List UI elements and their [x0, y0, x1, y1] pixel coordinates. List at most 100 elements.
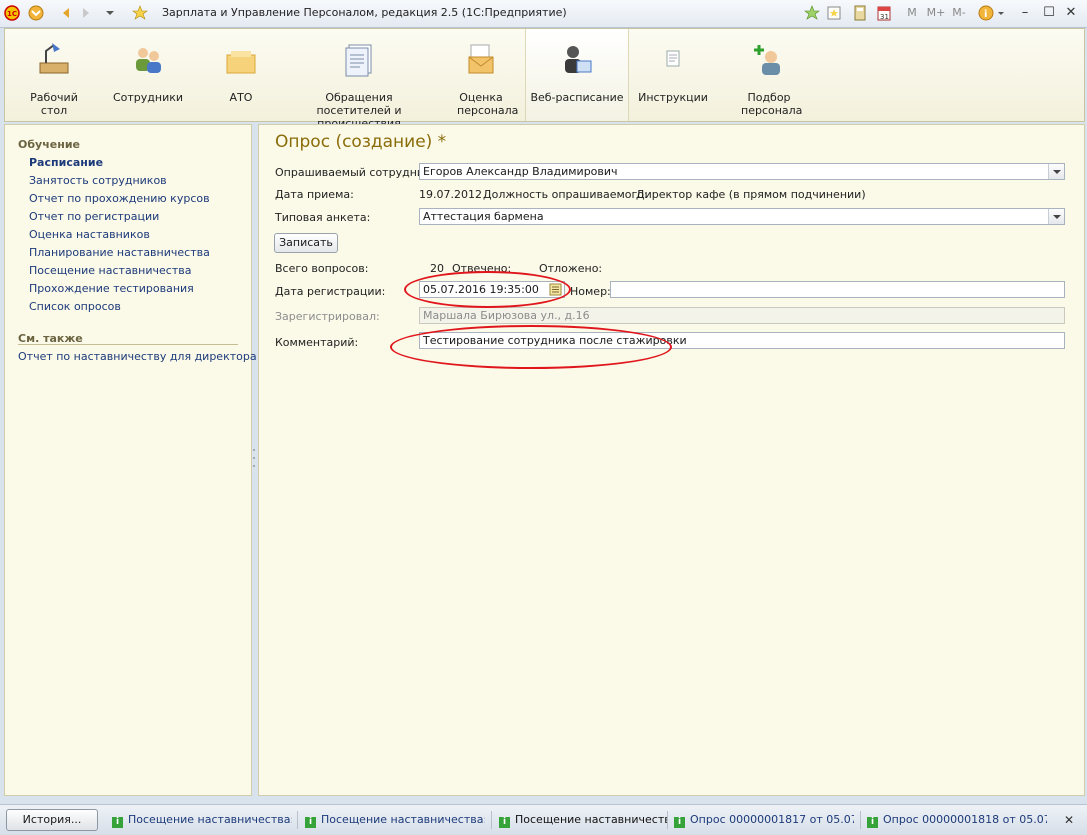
comment-value: Тестирование сотрудника после стажировки: [423, 334, 687, 347]
template-label: Типовая анкета:: [275, 211, 371, 224]
help-dropdown-icon[interactable]: [996, 5, 1006, 21]
svg-text:1C: 1C: [7, 10, 17, 18]
section-label: Инструкции: [638, 91, 708, 104]
memory-plus-button[interactable]: M+: [925, 4, 947, 22]
registered-by-value: Маршала Бирюзова ул., д.16: [423, 309, 590, 322]
registration-date-value: 05.07.2016 19:35:00: [423, 283, 539, 296]
window-title: Зарплата и Управление Персоналом, редакц…: [162, 6, 567, 19]
number-label: Номер:: [570, 285, 611, 298]
add-favorite-icon[interactable]: [804, 5, 820, 21]
task-mentoring-visit-2[interactable]: i Посещение наставничества:...: [305, 809, 485, 831]
section-instructions[interactable]: Инструкции: [631, 29, 715, 121]
memory-m-button[interactable]: M: [903, 4, 921, 22]
task-separator: [491, 811, 492, 829]
section-recruitment[interactable]: Подбор персонала: [727, 29, 811, 121]
envelope-icon: [468, 44, 494, 74]
sidebar-item-registration-report[interactable]: Отчет по регистрации: [29, 210, 159, 223]
splitter-grip-icon: [253, 449, 255, 467]
sidebar-item-testing[interactable]: Прохождение тестирования: [29, 282, 194, 295]
svg-text:31: 31: [880, 13, 889, 21]
main-menu-icon[interactable]: [28, 5, 44, 21]
task-separator: [297, 811, 298, 829]
favorites-icon[interactable]: [826, 5, 842, 21]
info-icon: i: [499, 817, 510, 828]
hire-date-label: Дата приема:: [275, 188, 354, 201]
forward-arrow-icon[interactable]: [78, 5, 94, 21]
svg-text:i: i: [984, 9, 987, 20]
sidebar-item-mentoring-visits[interactable]: Посещение наставничества: [29, 264, 191, 277]
sidebar-item-mentoring-planning[interactable]: Планирование наставничества: [29, 246, 210, 259]
template-value: Аттестация бармена: [423, 210, 544, 223]
calculator-icon[interactable]: [852, 5, 868, 21]
template-dropdown-button[interactable]: [1048, 209, 1064, 224]
section-label: Сотрудники: [112, 91, 184, 104]
task-mentoring-visit-1[interactable]: i Посещение наставничества:...: [112, 809, 292, 831]
registered-by-field: Маршала Бирюзова ул., д.16: [419, 307, 1065, 324]
open-windows-bar: История... i Посещение наставничества:...…: [0, 804, 1087, 835]
task-survey-1817[interactable]: i Опрос 00000001817 от 05.07....: [674, 809, 854, 831]
registration-date-label: Дата регистрации:: [275, 285, 386, 298]
minimize-button[interactable]: –: [1016, 4, 1034, 22]
memory-minus-button[interactable]: M-: [949, 4, 969, 22]
employee-label: Опрашиваемый сотрудник:: [275, 166, 435, 179]
task-separator: [860, 811, 861, 829]
sidebar-item-course-report[interactable]: Отчет по прохождению курсов: [29, 192, 210, 205]
section-employees[interactable]: Сотрудники: [105, 29, 191, 121]
total-questions-label: Всего вопросов:: [275, 262, 369, 275]
number-field[interactable]: [610, 281, 1065, 298]
back-arrow-icon[interactable]: [58, 5, 74, 21]
sidebar-item-survey-list[interactable]: Список опросов: [29, 300, 121, 313]
sidebar-item-director-report[interactable]: Отчет по наставничеству для директора: [18, 350, 257, 363]
web-schedule-icon: [565, 46, 592, 73]
section-label: Веб-расписание: [530, 91, 624, 104]
section-ato[interactable]: АТО: [201, 29, 281, 121]
section-web-schedule[interactable]: Веб-расписание: [525, 29, 629, 121]
comment-field[interactable]: Тестирование сотрудника после стажировки: [419, 332, 1065, 349]
position-label: Должность опрашиваемого:: [483, 188, 648, 201]
panel-splitter[interactable]: [251, 124, 257, 794]
employee-dropdown-button[interactable]: [1048, 164, 1064, 179]
history-dropdown-icon[interactable]: [102, 5, 118, 21]
calendar-icon[interactable]: 31: [876, 5, 892, 21]
favorite-star-icon[interactable]: [132, 5, 148, 21]
registration-date-field[interactable]: 05.07.2016 19:35:00: [419, 281, 565, 298]
document-stack-icon: [345, 44, 372, 77]
info-icon: i: [674, 817, 685, 828]
task-label: Посещение наставничества:...: [321, 813, 485, 826]
section-personnel-evaluation[interactable]: Оценка персонала: [441, 29, 521, 121]
survey-form: Опрос (создание) * Опрашиваемый сотрудни…: [258, 124, 1085, 796]
section-visitor-requests[interactable]: Обращения посетителей и происшествия: [287, 29, 431, 130]
title-bar: 1C Зарплата и Управление Персоналом, ред…: [0, 0, 1087, 28]
sidebar-item-schedule[interactable]: Расписание: [29, 156, 103, 169]
postponed-label: Отложено:: [539, 262, 603, 275]
section-label: АТО: [229, 91, 253, 104]
sidebar-item-employee-workload[interactable]: Занятость сотрудников: [29, 174, 167, 187]
employees-icon: [136, 48, 161, 73]
page-title: Опрос (создание) *: [275, 132, 447, 152]
section-label: Подбор персонала: [741, 91, 803, 117]
info-icon: i: [867, 817, 878, 828]
close-button[interactable]: ✕: [1062, 4, 1080, 22]
sidebar-item-mentor-evaluation[interactable]: Оценка наставников: [29, 228, 150, 241]
employee-field[interactable]: Егоров Александр Владимирович: [419, 163, 1065, 180]
task-label: Посещение наставничества: [515, 813, 667, 826]
task-mentoring-visit-3[interactable]: i Посещение наставничества: [499, 809, 667, 831]
taskbar-close-button[interactable]: ✕: [1060, 811, 1078, 829]
save-button[interactable]: Записать: [274, 233, 338, 253]
hire-date-value: 19.07.2012: [419, 188, 482, 201]
task-label: Опрос 00000001817 от 05.07....: [690, 813, 854, 826]
section-desktop[interactable]: Рабочий стол: [7, 29, 101, 121]
maximize-button[interactable]: ☐: [1040, 4, 1058, 22]
add-person-icon: [754, 45, 780, 75]
task-survey-1818[interactable]: i Опрос 00000001818 от 05.07....: [867, 809, 1047, 831]
info-icon: i: [305, 817, 316, 828]
sidebar-section-title: Обучение: [18, 138, 80, 151]
help-icon[interactable]: i: [978, 5, 994, 21]
instructions-icon: [666, 50, 680, 67]
template-field[interactable]: Аттестация бармена: [419, 208, 1065, 225]
desk-lamp-icon: [39, 43, 69, 74]
app-logo-icon: 1C: [4, 5, 20, 21]
history-button[interactable]: История...: [6, 809, 98, 831]
ato-icon: [226, 51, 256, 74]
calendar-picker-icon[interactable]: [549, 283, 562, 296]
